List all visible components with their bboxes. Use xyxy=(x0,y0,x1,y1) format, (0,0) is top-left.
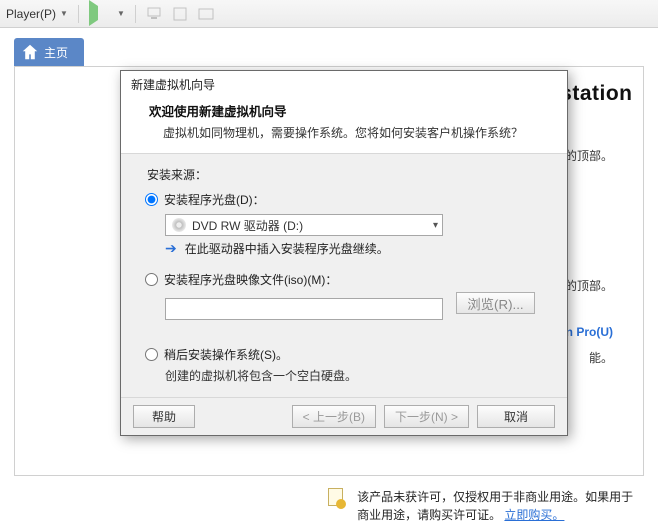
install-later-sub: 创建的虚拟机将包含一个空白硬盘。 xyxy=(165,367,543,384)
arrow-right-icon: ➔ xyxy=(165,240,177,257)
toolbar-separator xyxy=(78,5,79,23)
dialog-header: 欢迎使用新建虚拟机向导 虚拟机如同物理机，需要操作系统。您将如何安装客户机操作系… xyxy=(121,97,567,154)
iso-path-input[interactable] xyxy=(165,298,443,320)
radio-iso-input[interactable] xyxy=(145,273,158,286)
radio-install-later-label: 稍后安装操作系统(S)。 xyxy=(164,346,288,363)
disc-drive-select[interactable]: DVD RW 驱动器 (D:) ▾ xyxy=(165,214,443,236)
back-button[interactable]: < 上一步(B) xyxy=(292,405,376,428)
tab-home-label: 主页 xyxy=(44,44,68,61)
radio-installer-disc[interactable]: 安装程序光盘(D)： xyxy=(145,191,543,208)
certificate-icon xyxy=(328,488,343,506)
license-footer: 该产品未获许可，仅授权用于非商业用途。如果用于商业用途，请购买许可证。 立即购买… xyxy=(328,488,644,524)
buy-link[interactable]: 立即购买。 xyxy=(504,508,564,522)
radio-installer-disc-input[interactable] xyxy=(145,193,158,206)
browse-button[interactable]: 浏览(R)... xyxy=(456,292,534,314)
radio-iso[interactable]: 安装程序光盘映像文件(iso)(M)： xyxy=(145,271,543,288)
toolbar-separator xyxy=(135,5,136,23)
cancel-button[interactable]: 取消 xyxy=(477,405,555,428)
bg-text: 能。 xyxy=(589,349,613,366)
send-ctrl-alt-del-icon xyxy=(146,6,162,22)
dialog-subheading: 虚拟机如同物理机，需要操作系统。您将如何安装客户机操作系统？ xyxy=(163,124,539,141)
next-button[interactable]: 下一步(N) > xyxy=(384,405,469,428)
radio-installer-disc-label: 安装程序光盘(D)： xyxy=(164,191,265,208)
tab-home[interactable]: 主页 xyxy=(14,38,84,66)
fullscreen-icon xyxy=(198,6,214,22)
dialog-footer: 帮助 < 上一步(B) 下一步(N) > 取消 xyxy=(121,397,567,435)
license-text: 该产品未获许可，仅授权用于非商业用途。如果用于商业用途，请购买许可证。 立即购买… xyxy=(357,488,644,524)
fit-icon xyxy=(172,6,188,22)
dialog-title: 新建虚拟机向导 xyxy=(121,71,567,97)
top-toolbar: Player(P) ▼ ▼ xyxy=(0,0,658,28)
home-icon xyxy=(22,44,38,60)
radio-install-later-input[interactable] xyxy=(145,348,158,361)
radio-iso-label: 安装程序光盘映像文件(iso)(M)： xyxy=(164,271,337,288)
iso-row: 浏览(R)... xyxy=(145,292,543,320)
chevron-down-icon: ▾ xyxy=(433,220,438,231)
disc-hint-text: 在此驱动器中插入安装程序光盘继续。 xyxy=(185,240,389,257)
chevron-down-icon: ▼ xyxy=(60,9,68,18)
disc-drive-value: DVD RW 驱动器 (D:) xyxy=(192,217,303,234)
new-vm-wizard-dialog: 新建虚拟机向导 欢迎使用新建虚拟机向导 虚拟机如同物理机，需要操作系统。您将如何… xyxy=(120,70,568,436)
help-button[interactable]: 帮助 xyxy=(133,405,195,428)
player-menu-label: Player(P) xyxy=(6,7,56,21)
dialog-body: 安装来源： 安装程序光盘(D)： DVD RW 驱动器 (D:) ▾ ➔ 在此驱… xyxy=(121,154,567,397)
chevron-down-icon[interactable]: ▼ xyxy=(117,9,125,18)
disc-hint: ➔ 在此驱动器中插入安装程序光盘继续。 xyxy=(165,240,543,257)
play-icon[interactable] xyxy=(89,6,105,22)
dialog-heading: 欢迎使用新建虚拟机向导 xyxy=(149,101,539,120)
player-menu[interactable]: Player(P) ▼ xyxy=(6,7,68,21)
disc-icon xyxy=(172,218,186,232)
radio-install-later[interactable]: 稍后安装操作系统(S)。 xyxy=(145,346,543,363)
install-source-label: 安装来源： xyxy=(147,166,543,183)
